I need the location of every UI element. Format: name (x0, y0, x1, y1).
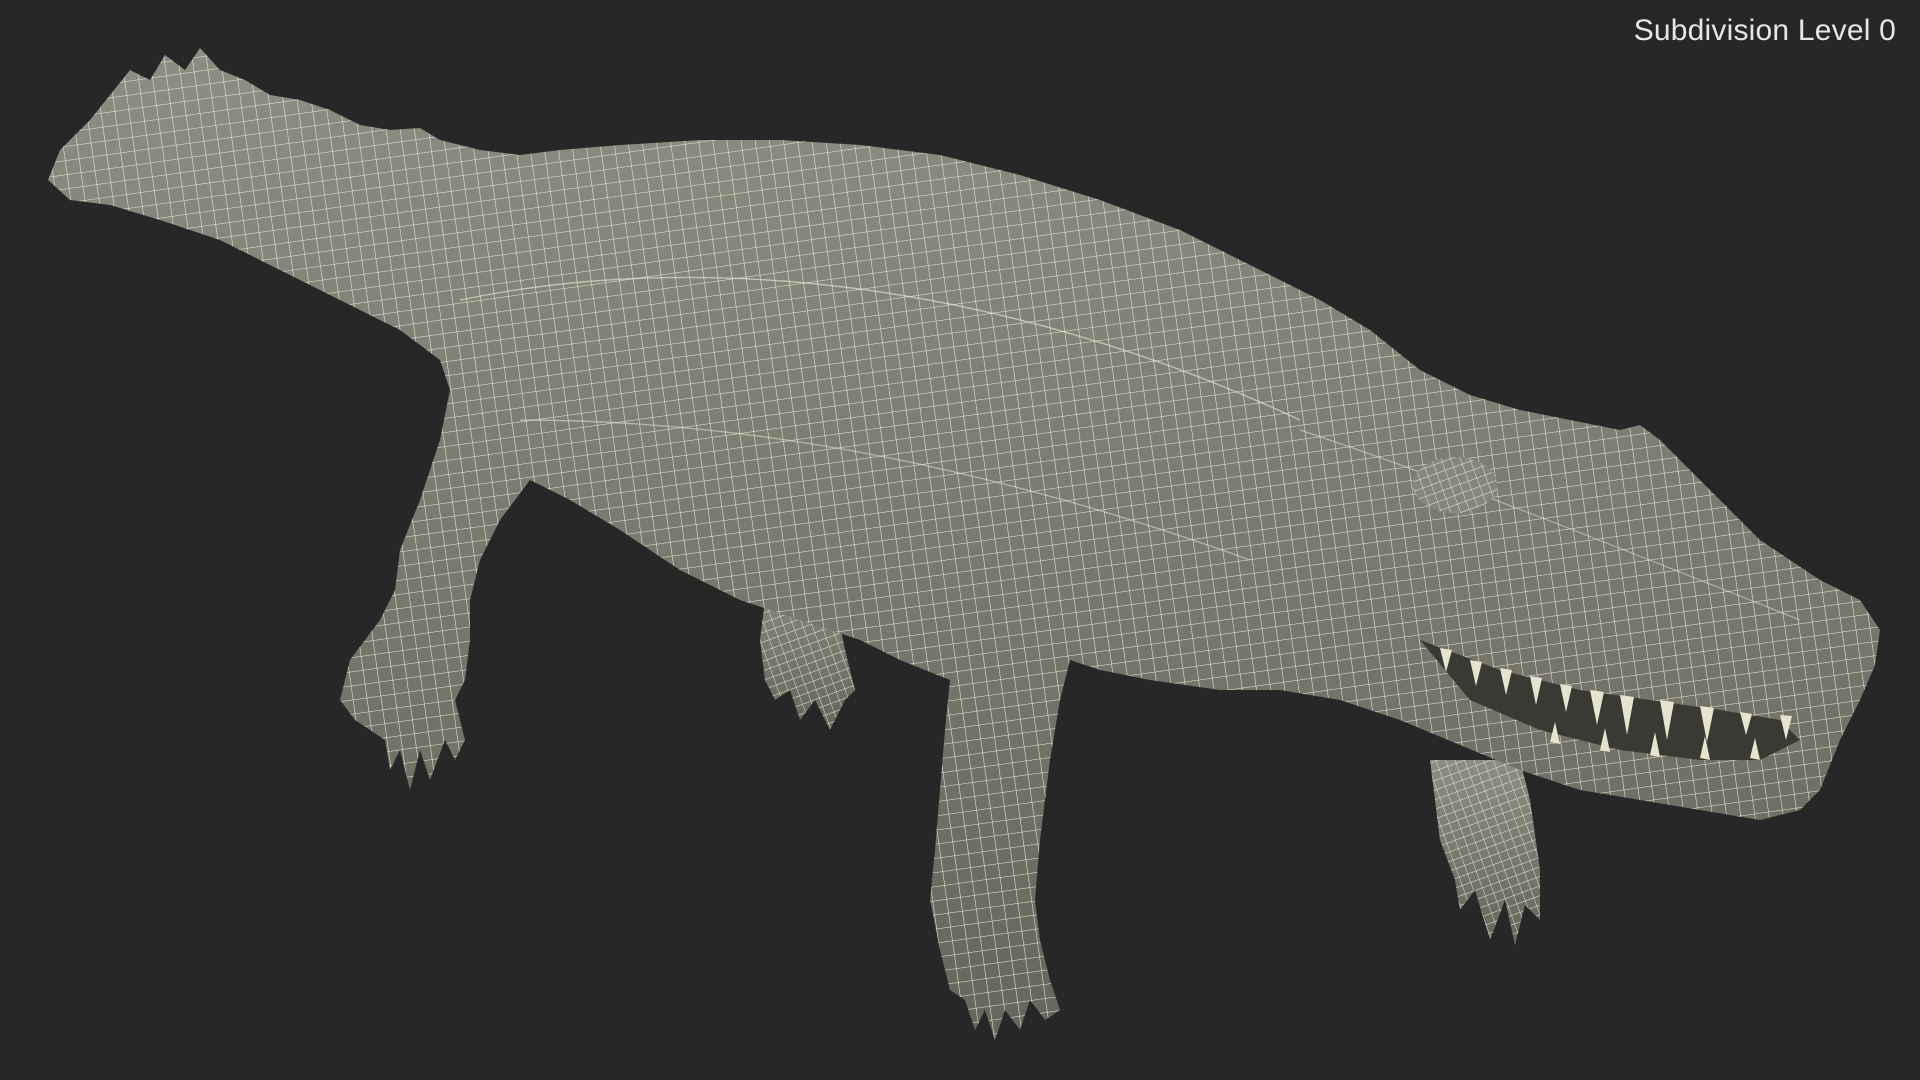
crocodile-body (48, 48, 1880, 1040)
subdivision-level-label: Subdivision Level 0 (1633, 14, 1896, 47)
eye-ridge (1413, 457, 1497, 513)
crocodile-wireframe-model (48, 48, 1880, 1040)
render-viewport: Subdivision Level 0 (0, 0, 1920, 1080)
far-front-leg (1430, 760, 1540, 945)
